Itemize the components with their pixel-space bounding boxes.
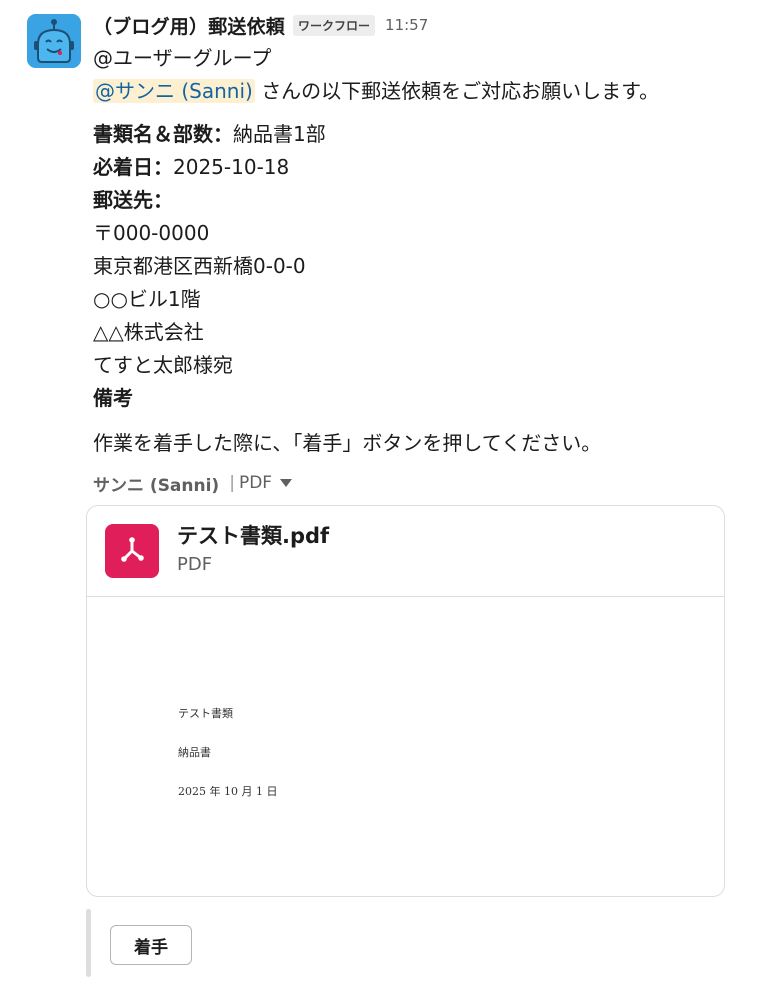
acrobat-icon bbox=[121, 537, 144, 562]
file-uploader[interactable]: サンニ (Sanni) bbox=[93, 471, 219, 496]
document-field: 書類名＆部数：納品書1部 bbox=[93, 118, 733, 151]
request-line: @サンニ (Sanni) さんの以下郵送依頼をご対応お願いします。 bbox=[93, 75, 733, 108]
address-company: △△株式会社 bbox=[93, 320, 204, 344]
file-attachment-card[interactable]: テスト書類.pdf PDF テスト書類 納品書 2025 年 10 月 1 日 bbox=[86, 505, 725, 897]
address-street: 東京都港区西新橋0-0-0 bbox=[93, 254, 306, 278]
message-header: （ブログ用）郵送依頼 ワークフロー 11:57 bbox=[93, 8, 733, 42]
start-work-button[interactable]: 着手 bbox=[110, 925, 192, 965]
robot-icon bbox=[27, 14, 81, 68]
preview-title: テスト書類 bbox=[178, 707, 233, 720]
pdf-preview[interactable]: テスト書類 納品書 2025 年 10 月 1 日 bbox=[87, 597, 724, 896]
message: （ブログ用）郵送依頼 ワークフロー 11:57 @ユーザーグループ @サンニ (… bbox=[93, 8, 733, 497]
pdf-icon bbox=[105, 524, 159, 578]
file-name[interactable]: テスト書類.pdf bbox=[177, 520, 329, 550]
workflow-badge: ワークフロー bbox=[293, 14, 376, 36]
due-date-label: 必着日： bbox=[93, 155, 173, 179]
request-text: さんの以下郵送依頼をご対応お願いします。 bbox=[261, 79, 660, 103]
action-block-bar bbox=[86, 909, 91, 977]
message-timestamp[interactable]: 11:57 bbox=[385, 16, 428, 34]
due-date-field: 必着日：2025-10-18 bbox=[93, 151, 733, 184]
file-header[interactable]: テスト書類.pdf PDF bbox=[87, 506, 724, 597]
file-meta-type: PDF bbox=[238, 473, 273, 493]
meta-separator: | bbox=[229, 473, 235, 493]
bot-avatar[interactable] bbox=[27, 14, 81, 68]
address-recipient: てすと太郎様宛 bbox=[93, 353, 233, 377]
address-postal-code: 〒000-0000 bbox=[93, 221, 210, 245]
file-type: PDF bbox=[177, 554, 213, 575]
document-label: 書類名＆部数： bbox=[93, 122, 233, 146]
due-date-value: 2025-10-18 bbox=[173, 155, 290, 179]
notes-label: 備考 bbox=[93, 386, 133, 410]
address-building: ○○ビル1階 bbox=[93, 287, 201, 311]
user-mention[interactable]: @サンニ (Sanni) bbox=[93, 79, 255, 103]
chevron-down-icon[interactable] bbox=[280, 479, 293, 487]
document-value: 納品書1部 bbox=[233, 122, 326, 146]
preview-doc-name: 納品書 bbox=[178, 746, 211, 759]
group-mention[interactable]: @ユーザーグループ bbox=[93, 42, 733, 75]
instruction-text: 作業を着手した際に、「着手」ボタンを押してください。 bbox=[93, 431, 602, 455]
file-meta: サンニ (Sanni) | PDF bbox=[93, 469, 733, 497]
request-fields: 書類名＆部数：納品書1部 必着日：2025-10-18 郵送先： 〒000-00… bbox=[93, 118, 733, 415]
address-label: 郵送先： bbox=[93, 188, 173, 212]
sender-name[interactable]: （ブログ用）郵送依頼 bbox=[93, 12, 285, 39]
preview-date: 2025 年 10 月 1 日 bbox=[178, 785, 278, 798]
